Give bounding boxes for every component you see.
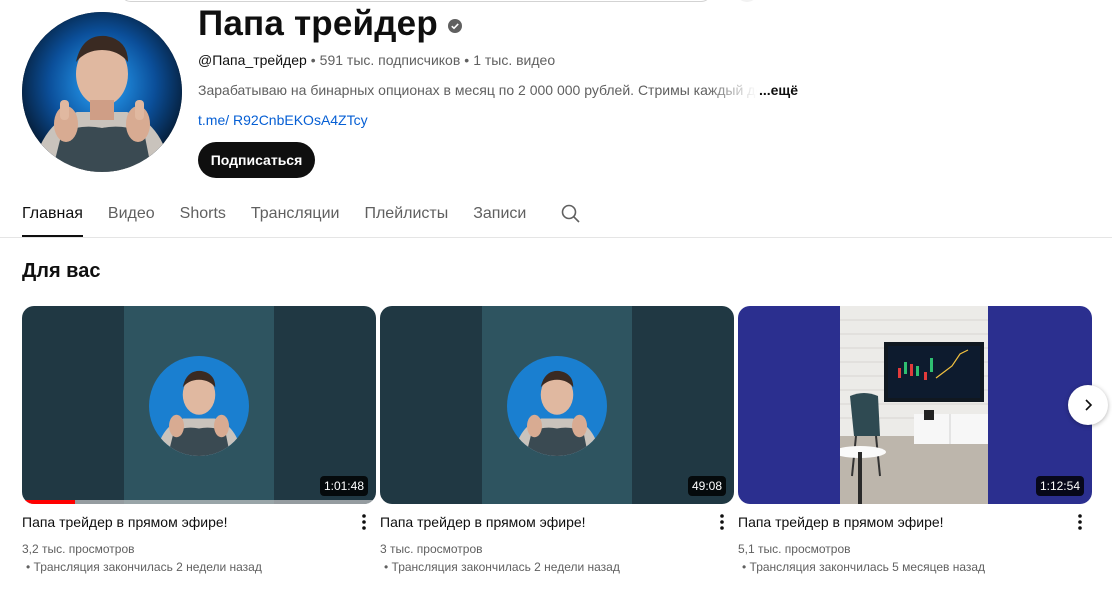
video-duration: 1:12:54 xyxy=(1035,476,1084,496)
more-vert-icon[interactable] xyxy=(356,512,372,532)
view-count: 3,2 тыс. просмотров xyxy=(22,542,135,556)
video-title[interactable]: Папа трейдер в прямом эфире! xyxy=(22,514,228,530)
channel-link[interactable]: t.me/ R92CnbEKOsA4ZTcy xyxy=(198,112,368,128)
channel-name-row: Папа трейдер xyxy=(198,2,462,46)
channel-avatar[interactable] xyxy=(22,12,182,172)
voice-search-button[interactable] xyxy=(736,0,758,2)
video-thumbnail[interactable]: 1:01:48 xyxy=(22,306,376,504)
thumbnail-room-scene xyxy=(840,306,988,504)
more-vert-icon[interactable] xyxy=(714,512,730,532)
avatar-image xyxy=(22,12,182,172)
tabs-divider xyxy=(0,237,1112,238)
channel-name: Папа трейдер xyxy=(198,4,438,43)
meta-separator: • xyxy=(464,52,470,68)
tab-live[interactable]: Трансляции xyxy=(251,190,340,237)
video-thumbnail[interactable]: 1:12:54 xyxy=(738,306,1092,504)
more-link[interactable]: ...ещё xyxy=(759,82,798,98)
meta-separator: • xyxy=(310,52,316,68)
video-thumbnail[interactable]: 49:08 xyxy=(380,306,734,504)
stream-date: • Трансляция закончилась 2 недели назад xyxy=(384,560,620,574)
view-count: 5,1 тыс. просмотров xyxy=(738,542,851,556)
video-card[interactable]: 49:08 Папа трейдер в прямом эфире! 3 тыс… xyxy=(380,306,734,574)
subscribe-button[interactable]: Подписаться xyxy=(198,142,315,178)
watch-progress-fill xyxy=(22,500,76,504)
video-title[interactable]: Папа трейдер в прямом эфире! xyxy=(738,514,944,530)
tab-playlists[interactable]: Плейлисты xyxy=(364,190,448,237)
video-card[interactable]: 1:01:48 Папа трейдер в прямом эфире! 3,2… xyxy=(22,306,376,574)
verified-check-icon xyxy=(447,19,462,33)
thumbnail-avatar xyxy=(149,356,249,456)
stream-date: • Трансляция закончилась 5 месяцев назад xyxy=(742,560,986,574)
channel-handle: @Папа_трейдер xyxy=(198,52,307,68)
search-icon[interactable] xyxy=(559,202,583,226)
channel-tabs: Главная Видео Shorts Трансляции Плейлист… xyxy=(22,190,583,237)
video-card[interactable]: 1:12:54 Папа трейдер в прямом эфире! 5,1… xyxy=(738,306,1092,574)
tab-posts[interactable]: Записи xyxy=(473,190,526,237)
channel-meta: @Папа_трейдер • 591 тыс. подписчиков • 1… xyxy=(198,52,555,68)
channel-description[interactable]: Зарабатываю на бинарных опционах в месяц… xyxy=(198,82,798,98)
description-text: Зарабатываю на бинарных опционах в месяц… xyxy=(198,82,757,98)
chevron-right-icon xyxy=(1085,399,1093,411)
watch-progress xyxy=(22,500,376,504)
subscriber-count: 591 тыс. подписчиков xyxy=(319,52,461,68)
stream-date: • Трансляция закончилась 2 недели назад xyxy=(26,560,262,574)
more-vert-icon[interactable] xyxy=(1072,512,1088,532)
video-title[interactable]: Папа трейдер в прямом эфире! xyxy=(380,514,586,530)
tab-home[interactable]: Главная xyxy=(22,190,83,237)
channel-page: Папа трейдер @Папа_трейдер • 591 тыс. по… xyxy=(0,0,1112,595)
tab-shorts[interactable]: Shorts xyxy=(180,190,226,237)
thumbnail-avatar xyxy=(507,356,607,456)
section-title: Для вас xyxy=(22,260,101,282)
video-duration: 49:08 xyxy=(687,476,726,496)
carousel-next-button[interactable] xyxy=(1068,385,1108,425)
tab-videos[interactable]: Видео xyxy=(108,190,155,237)
video-count: 1 тыс. видео xyxy=(473,52,556,68)
view-count: 3 тыс. просмотров xyxy=(380,542,483,556)
video-duration: 1:01:48 xyxy=(319,476,368,496)
